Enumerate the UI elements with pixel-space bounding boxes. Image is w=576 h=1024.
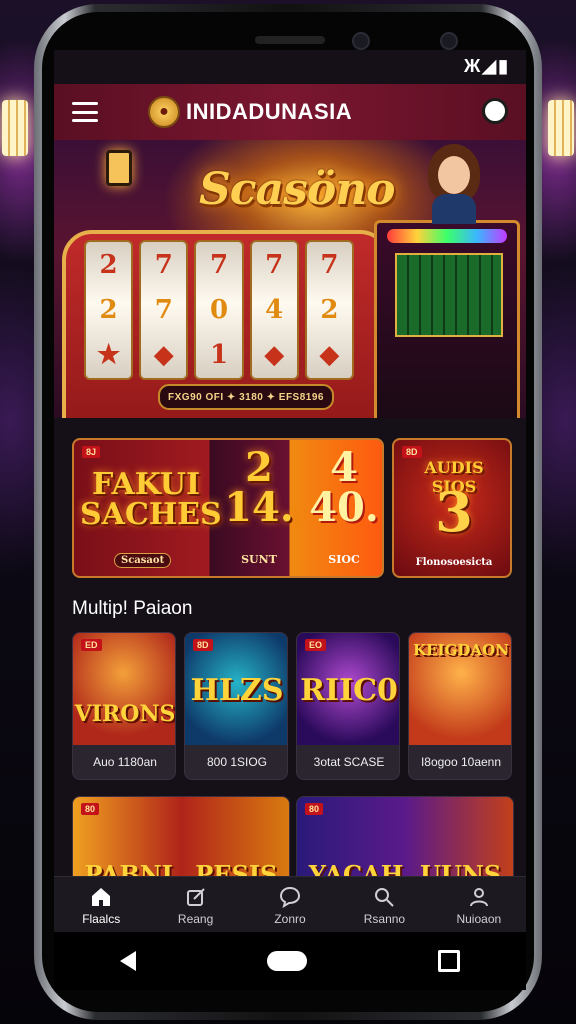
game-grid: ED VIRONS Auo 1180an 8D HLZS 800 1SIOG E… xyxy=(72,632,512,780)
promo-caption: SUNT xyxy=(241,553,277,566)
nav-item-reang[interactable]: Reang xyxy=(148,877,242,933)
promo-number: 3 xyxy=(435,480,473,544)
promo-caption: Flonosoesicta xyxy=(415,557,493,568)
nav-label: Rsanno xyxy=(363,911,406,926)
game-thumb-title: VIRONS xyxy=(74,701,176,727)
promo-card[interactable]: 8D AUDIS SIOS 3 Flonosoesicta xyxy=(392,438,512,578)
promo-number: 2 14. xyxy=(224,444,294,531)
game-card[interactable]: ED VIRONS Auo 1180an xyxy=(72,632,176,780)
game-card[interactable]: 80 YACAH UUNS xyxy=(296,796,514,888)
nav-item-zonro[interactable]: Zonro xyxy=(243,877,337,933)
game-thumb-title: RIIC0 xyxy=(300,673,398,708)
front-sensor xyxy=(440,32,458,50)
status-bar: Ж◢▮ xyxy=(54,50,526,84)
game-card[interactable]: 8D HLZS 800 1SIOG xyxy=(184,632,288,780)
stage-light-right xyxy=(548,100,574,156)
game-label: I8ogoo 10aenn xyxy=(409,745,511,779)
game-badge: 8D xyxy=(193,639,213,651)
user-icon xyxy=(469,887,488,906)
coin-line: FXG90 OFI ✦ 3180 ✦ EFS8196 xyxy=(158,384,334,410)
promo-card[interactable]: 8J FAKUI SACHES Scasaot 2 14. SUNT 4 40.… xyxy=(72,438,384,578)
nav-label: Nuioaon xyxy=(456,911,502,926)
stage-light-left xyxy=(2,100,28,156)
phone-speaker xyxy=(255,36,325,44)
nav-label: Reang xyxy=(177,911,214,926)
promo-badge: 8D xyxy=(402,446,422,458)
game-card[interactable]: EO RIIC0 3otat SCASE xyxy=(296,632,400,780)
hero-banner[interactable]: 2 2 ★ 7 7 ◆ 701 7 4 ◆ 7 2 ◆ FXG90 OFI ✦ 3180 ✦ E… xyxy=(54,140,526,418)
slot-reels: 2 2 ★ 7 7 ◆ 701 7 4 ◆ 7 2 ◆ xyxy=(84,240,355,380)
game-label: 3otat SCASE xyxy=(297,745,399,779)
back-button[interactable] xyxy=(119,951,136,971)
game-card[interactable]: KEIGDAON I8ogoo 10aenn xyxy=(408,632,512,780)
status-icons: Ж◢▮ xyxy=(463,56,510,76)
hero-title: Scasöno xyxy=(199,164,396,215)
nav-item-rsanno[interactable]: Rsanno xyxy=(337,877,431,933)
brand[interactable]: ● INIDADUNASIA xyxy=(148,96,352,128)
section-title: Multip! Paiaon xyxy=(72,598,193,619)
promo-badge: 8J xyxy=(82,446,101,458)
game-thumb-title: KEIGDAON xyxy=(413,641,509,659)
mascot-girl xyxy=(424,144,484,224)
reel: 7 4 ◆ xyxy=(249,240,299,380)
promo-title: FAKUI SACHES xyxy=(80,467,222,532)
brand-logo-icon: ● xyxy=(148,96,180,128)
front-camera xyxy=(352,32,370,50)
profile-icon[interactable] xyxy=(482,98,508,124)
system-nav-bar xyxy=(54,932,526,990)
menu-icon[interactable] xyxy=(72,102,98,122)
game-badge: 80 xyxy=(305,803,324,815)
game-label: Auo 1180an xyxy=(73,745,175,779)
promo-row: 8J FAKUI SACHES Scasaot 2 14. SUNT 4 40.… xyxy=(72,438,512,578)
promo-subtitle: Scasaot xyxy=(114,553,172,568)
promo-number: 4 40. xyxy=(309,444,379,531)
nav-label: Zonro xyxy=(274,911,306,926)
arcade-cabinet xyxy=(374,220,520,418)
game-badge: ED xyxy=(81,639,102,651)
game-badge: EO xyxy=(305,639,327,651)
reel: 7 7 ◆ xyxy=(139,240,189,380)
arcade-lights xyxy=(387,229,507,243)
arcade-screen xyxy=(395,253,503,337)
reel: 7 2 ◆ xyxy=(304,240,355,380)
game-badge: 80 xyxy=(81,803,100,815)
promo-caption: SIOC xyxy=(328,553,360,566)
lantern-icon xyxy=(106,150,132,186)
app-bar: ● INIDADUNASIA xyxy=(54,84,526,140)
search-icon xyxy=(375,887,395,907)
game-card[interactable]: 80 PABNL PESIS xyxy=(72,796,290,888)
home-icon xyxy=(92,887,111,906)
brand-name: INIDADUNASIA xyxy=(186,99,353,124)
home-button[interactable] xyxy=(266,951,307,971)
bottom-nav: Flaalcs Reang Zonro Rsanno Nuioaon xyxy=(54,876,526,933)
nav-label: Flaalcs xyxy=(82,911,121,926)
game-thumb-title: HLZS xyxy=(190,673,284,708)
game-label: 800 1SIOG xyxy=(185,745,287,779)
edit-icon xyxy=(186,887,205,906)
reel: 2 2 ★ xyxy=(84,240,134,380)
nav-item-home[interactable]: Flaalcs xyxy=(54,877,148,933)
recents-button[interactable] xyxy=(438,950,461,972)
nav-item-nuioaon[interactable]: Nuioaon xyxy=(432,877,526,933)
chat-icon xyxy=(280,886,301,908)
game-row-2: 80 PABNL PESIS 80 YACAH UUNS xyxy=(72,796,514,888)
reel: 701 xyxy=(194,240,244,380)
